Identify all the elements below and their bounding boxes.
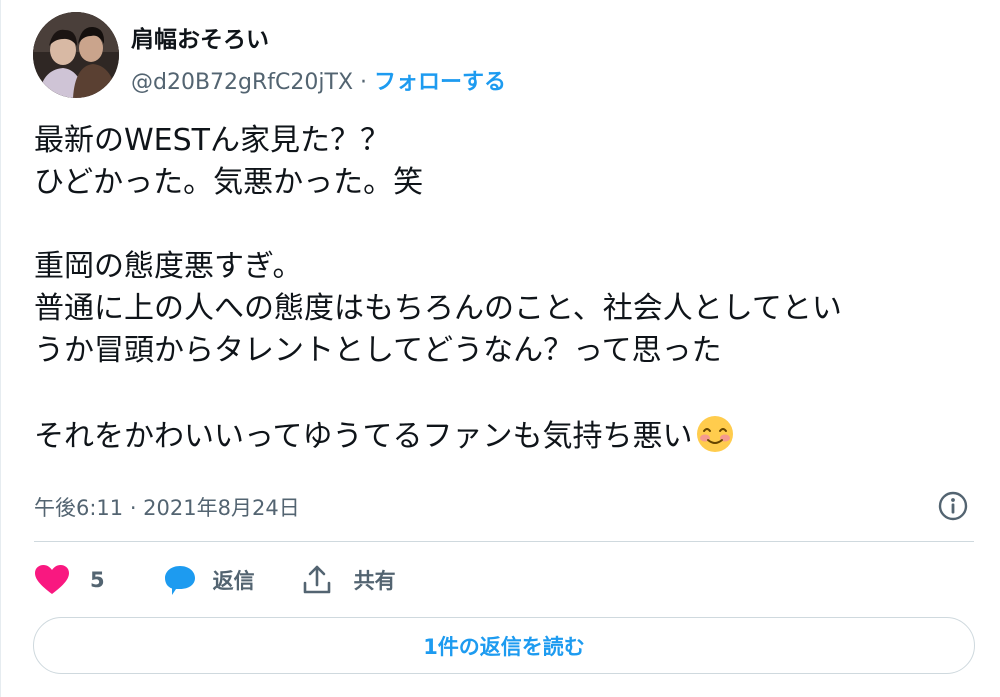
- author-handle-row: @d20B72gRfC20jTX · フォローする: [131, 64, 506, 96]
- tweet-text-line: 最新のWESTん家見た？？: [34, 123, 390, 158]
- share-button[interactable]: 共有: [302, 564, 396, 596]
- like-button[interactable]: 5: [34, 564, 105, 596]
- share-upload-icon: [302, 564, 332, 596]
- read-replies-button[interactable]: 1件の返信を読む: [33, 617, 975, 674]
- tweet-timestamp[interactable]: 午後6:11 · 2021年8月24日: [34, 492, 300, 522]
- info-icon[interactable]: [937, 490, 969, 522]
- avatar[interactable]: [33, 12, 119, 98]
- reply-button[interactable]: 返信: [163, 564, 255, 596]
- tweet-card: 肩幅おそろい @d20B72gRfC20jTX · フォローする 最新のWEST…: [0, 0, 1000, 697]
- tweet-text-line: 普通に上の人への態度はもちろんのこと、社会人としてとい: [34, 291, 842, 326]
- heart-icon: [34, 564, 70, 596]
- comment-bubble-icon: [163, 564, 197, 596]
- smiling-face-with-blush-icon: [695, 414, 735, 454]
- tweet-text-line: ひどかった。気悪かった。笑: [34, 165, 424, 200]
- author-handle[interactable]: @d20B72gRfC20jTX: [131, 70, 353, 95]
- tweet-text-blank-line: [34, 204, 974, 246]
- follow-button[interactable]: フォローする: [374, 70, 506, 95]
- tweet-text: 最新のWESTん家見た？？ ひどかった。気悪かった。笑 重岡の態度悪すぎ。 普通…: [34, 120, 974, 458]
- separator-dot: ·: [360, 70, 368, 95]
- tweet-text-blank-line: [34, 372, 974, 414]
- author-display-name[interactable]: 肩幅おそろい: [131, 20, 269, 54]
- reply-label: 返信: [212, 569, 255, 593]
- tweet-text-line-last: それをかわいいってゆうてるファンも気持ち悪い: [34, 414, 974, 458]
- share-label: 共有: [353, 569, 396, 593]
- tweet-text-line: 重岡の態度悪すぎ。: [34, 249, 303, 284]
- tweet-actions: 5 返信 共有: [34, 558, 396, 602]
- tweet-text-line: それをかわいいってゆうてるファンも気持ち悪い: [34, 419, 693, 454]
- like-count: 5: [90, 568, 105, 592]
- tweet-text-line: うか冒頭からタレントとしてどうなん？って思った: [34, 333, 722, 368]
- divider: [34, 541, 974, 542]
